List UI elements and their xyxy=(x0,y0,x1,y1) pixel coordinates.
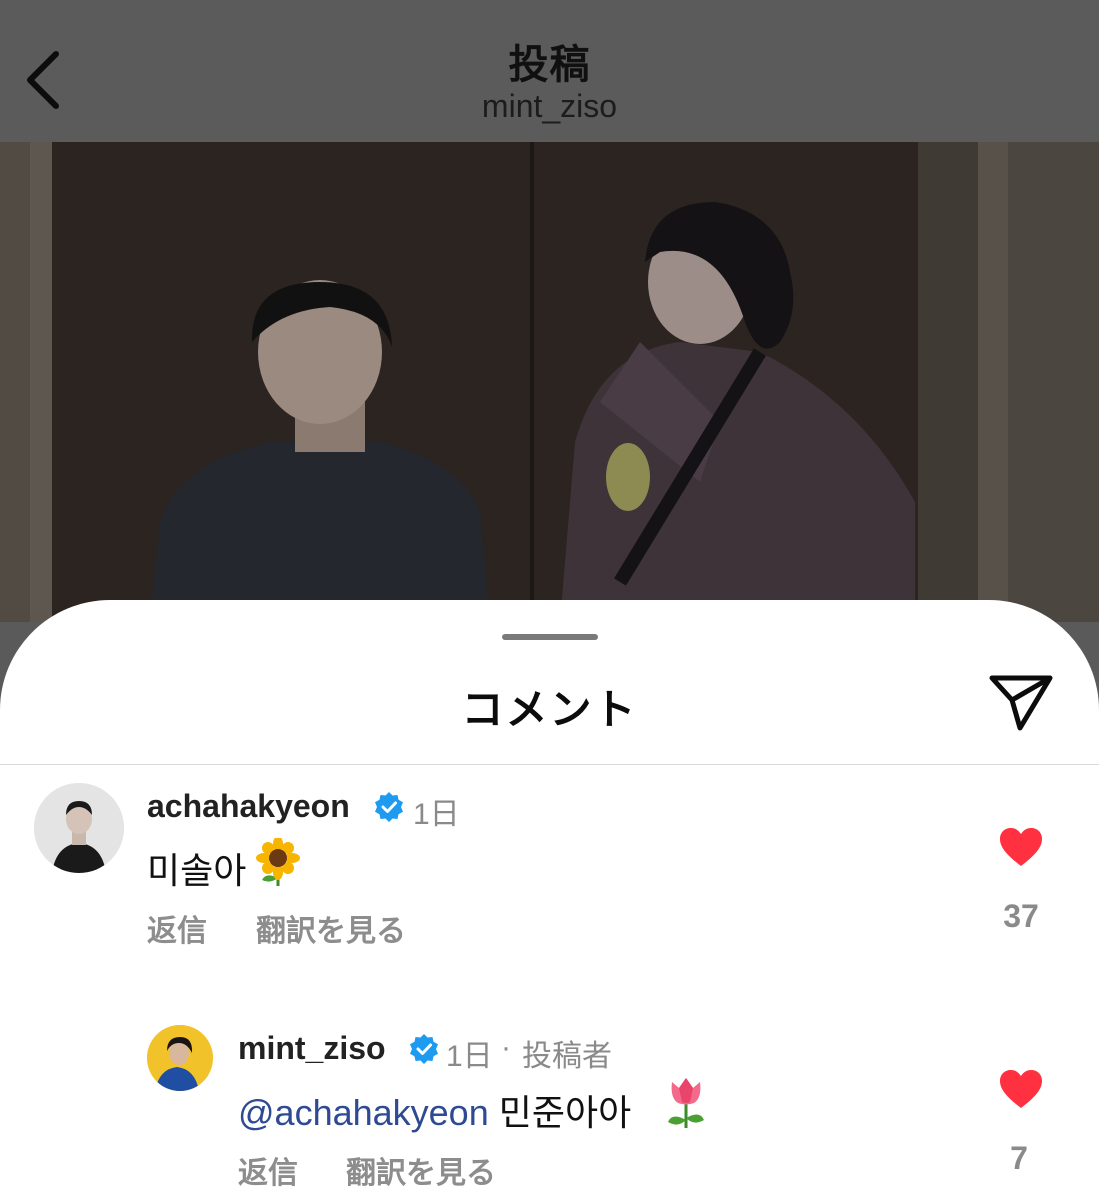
comment-username[interactable]: achahakyeon xyxy=(147,788,350,825)
post-photo[interactable] xyxy=(0,142,1099,622)
author-badge: 投稿者 xyxy=(522,1040,612,1073)
sheet-title: コメント xyxy=(461,686,638,733)
top-navigation-bar: 投稿 mint_ziso xyxy=(0,0,1099,142)
paper-plane-icon xyxy=(989,675,1053,731)
post-comments-screen: 投稿 mint_ziso コメント achahakyeon 1日 미솔아 返信 … xyxy=(0,0,1099,1200)
like-count: 7 xyxy=(1010,1140,1028,1176)
post-owner-username: mint_ziso xyxy=(481,88,618,124)
like-count: 37 xyxy=(1003,898,1039,934)
reply-button[interactable]: 返信 xyxy=(238,1148,298,1192)
verified-badge-icon xyxy=(375,792,403,822)
comment-timestamp: 1日 xyxy=(446,1040,493,1073)
avatar-image xyxy=(147,1025,213,1091)
avatar[interactable] xyxy=(34,783,124,873)
see-translation-button[interactable]: 翻訳を見る xyxy=(256,906,406,950)
avatar-image xyxy=(34,783,124,873)
comment-text: 민준아아 xyxy=(498,1092,632,1133)
heart-icon[interactable] xyxy=(998,826,1044,868)
avatar[interactable] xyxy=(147,1025,213,1091)
verified-badge-icon xyxy=(410,1034,438,1064)
tulip-emoji xyxy=(668,1078,704,1128)
sheet-grabber-handle[interactable] xyxy=(502,634,598,640)
comment-text-line: @achahakyeon 민준아아 xyxy=(238,1084,631,1136)
mention-link[interactable]: @achahakyeon xyxy=(238,1092,489,1133)
sunflower-emoji xyxy=(256,838,300,886)
reply-button[interactable]: 返信 xyxy=(147,906,207,950)
divider xyxy=(0,764,1099,765)
photo-scene xyxy=(0,142,1099,622)
meta-separator: · xyxy=(501,1031,511,1064)
heart-icon[interactable] xyxy=(998,1068,1044,1110)
comment-timestamp: 1日 xyxy=(413,798,460,831)
comment-text: 미솔아 xyxy=(147,850,247,891)
see-translation-button[interactable]: 翻訳を見る xyxy=(346,1148,496,1192)
share-button[interactable] xyxy=(986,670,1056,734)
comments-sheet: コメント achahakyeon 1日 미솔아 返信 翻訳を見る 37 mint… xyxy=(0,600,1099,1200)
page-title: 投稿 xyxy=(508,43,591,87)
comment-username[interactable]: mint_ziso xyxy=(238,1030,386,1067)
